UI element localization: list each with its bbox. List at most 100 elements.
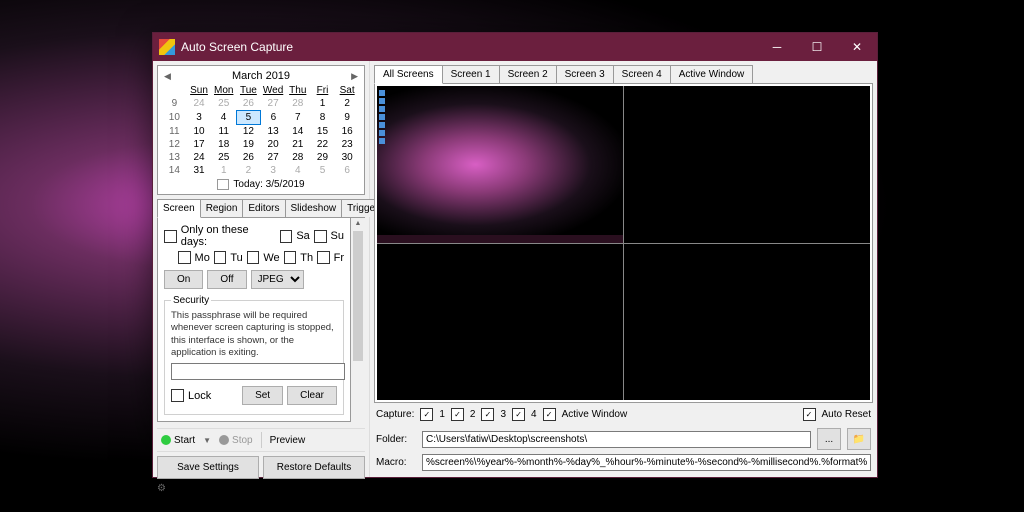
calendar[interactable]: ◀ March 2019 ▶ SunMonTueWedThuFriSat9242… [157, 65, 365, 195]
mo-checkbox[interactable] [178, 251, 191, 264]
clear-button[interactable]: Clear [287, 386, 337, 405]
folder-input[interactable] [422, 431, 811, 448]
calendar-day[interactable]: 13 [261, 125, 286, 139]
calendar-day[interactable]: 25 [211, 151, 236, 164]
cal-prev-icon[interactable]: ◀ [162, 71, 173, 82]
options-button[interactable]: ⚙ Options ▼ [157, 483, 365, 494]
calendar-month[interactable]: March 2019 [232, 70, 290, 82]
start-button[interactable]: Start [157, 433, 199, 448]
open-folder-button[interactable]: 📁 [847, 428, 871, 450]
calendar-day[interactable]: 30 [335, 151, 360, 164]
only-days-checkbox[interactable] [164, 230, 177, 243]
format-select[interactable]: JPEG [251, 270, 304, 289]
capture-4-checkbox[interactable] [512, 408, 525, 421]
calendar-day[interactable]: 26 [236, 151, 261, 164]
calendar-today[interactable]: Today: 3/5/2019 [162, 177, 360, 192]
maximize-button[interactable]: ☐ [797, 33, 837, 61]
calendar-day[interactable]: 3 [261, 164, 286, 177]
calendar-day[interactable]: 25 [211, 97, 236, 111]
fr-checkbox[interactable] [317, 251, 330, 264]
macro-input[interactable] [422, 454, 871, 471]
close-button[interactable]: ✕ [837, 33, 877, 61]
titlebar[interactable]: Auto Screen Capture ─ ☐ ✕ [153, 33, 877, 61]
start-dropdown-icon[interactable]: ▼ [203, 436, 211, 445]
browse-button[interactable]: ... [817, 428, 841, 450]
calendar-day[interactable]: 24 [187, 97, 212, 111]
calendar-day[interactable]: 20 [261, 138, 286, 151]
calendar-day[interactable]: 2 [335, 97, 360, 111]
calendar-day[interactable]: 15 [310, 125, 335, 139]
off-button[interactable]: Off [207, 270, 246, 289]
preview-button[interactable]: Preview [266, 433, 310, 448]
su-checkbox[interactable] [314, 230, 327, 243]
calendar-day[interactable]: 17 [187, 138, 212, 151]
tu-checkbox[interactable] [214, 251, 227, 264]
capture-2-checkbox[interactable] [451, 408, 464, 421]
minimize-button[interactable]: ─ [757, 33, 797, 61]
tab-screen-1[interactable]: Screen 1 [442, 65, 500, 83]
tab-slideshow[interactable]: Slideshow [285, 199, 343, 217]
scrollbar[interactable]: ▲ [352, 218, 364, 421]
calendar-day[interactable]: 9 [335, 111, 360, 125]
calendar-day[interactable]: 6 [335, 164, 360, 177]
restore-defaults-button[interactable]: Restore Defaults [263, 456, 365, 479]
capture-aw-checkbox[interactable] [543, 408, 556, 421]
calendar-day[interactable]: 26 [236, 97, 261, 111]
sa-checkbox[interactable] [280, 230, 293, 243]
capture-3-checkbox[interactable] [481, 408, 494, 421]
capture-1-checkbox[interactable] [420, 408, 433, 421]
calendar-day[interactable]: 28 [285, 151, 310, 164]
screen-3-preview[interactable] [377, 244, 623, 401]
we-checkbox[interactable] [247, 251, 260, 264]
passphrase-input[interactable] [171, 363, 345, 380]
calendar-day[interactable]: 8 [310, 111, 335, 125]
calendar-day[interactable]: 19 [236, 138, 261, 151]
calendar-day[interactable]: 29 [310, 151, 335, 164]
calendar-day[interactable]: 22 [310, 138, 335, 151]
calendar-day[interactable]: 1 [211, 164, 236, 177]
calendar-day[interactable]: 7 [285, 111, 310, 125]
lock-checkbox[interactable] [171, 389, 184, 402]
calendar-day[interactable]: 4 [285, 164, 310, 177]
calendar-day[interactable]: 16 [335, 125, 360, 139]
on-button[interactable]: On [164, 270, 203, 289]
screen-1-preview[interactable] [377, 86, 623, 243]
calendar-day[interactable]: 3 [187, 111, 212, 125]
screen-4-preview[interactable] [624, 244, 870, 401]
th-checkbox[interactable] [284, 251, 297, 264]
set-button[interactable]: Set [242, 386, 283, 405]
tab-screen[interactable]: Screen [157, 199, 201, 218]
calendar-day[interactable]: 6 [261, 111, 286, 125]
calendar-day[interactable]: 23 [335, 138, 360, 151]
auto-reset-checkbox[interactable] [803, 408, 816, 421]
tab-editors[interactable]: Editors [242, 199, 285, 217]
calendar-day[interactable]: 11 [211, 125, 236, 139]
save-settings-button[interactable]: Save Settings [157, 456, 259, 479]
calendar-day[interactable]: 27 [261, 97, 286, 111]
calendar-day[interactable]: 31 [187, 164, 212, 177]
calendar-day[interactable]: 27 [261, 151, 286, 164]
calendar-day[interactable]: 28 [285, 97, 310, 111]
tab-screen-2[interactable]: Screen 2 [499, 65, 557, 83]
screen-2-preview[interactable] [624, 86, 870, 243]
calendar-day[interactable]: 21 [285, 138, 310, 151]
cal-next-icon[interactable]: ▶ [349, 71, 360, 82]
calendar-day[interactable]: 5 [310, 164, 335, 177]
calendar-day[interactable]: 10 [187, 125, 212, 139]
tab-screen-3[interactable]: Screen 3 [556, 65, 614, 83]
calendar-day[interactable]: 12 [236, 125, 261, 139]
tab-screen-4[interactable]: Screen 4 [613, 65, 671, 83]
calendar-day[interactable]: 4 [211, 111, 236, 125]
calendar-day[interactable]: 18 [211, 138, 236, 151]
scroll-up-icon[interactable]: ▲ [353, 218, 364, 229]
calendar-day[interactable]: 2 [236, 164, 261, 177]
tab-all-screens[interactable]: All Screens [374, 65, 443, 84]
calendar-day[interactable]: 1 [310, 97, 335, 111]
calendar-day[interactable]: 14 [285, 125, 310, 139]
scroll-thumb[interactable] [353, 231, 363, 361]
tab-region[interactable]: Region [200, 199, 244, 217]
stop-button[interactable]: Stop [215, 433, 257, 448]
calendar-day[interactable]: 5 [236, 111, 261, 125]
tab-active-window[interactable]: Active Window [670, 65, 754, 83]
calendar-day[interactable]: 24 [187, 151, 212, 164]
